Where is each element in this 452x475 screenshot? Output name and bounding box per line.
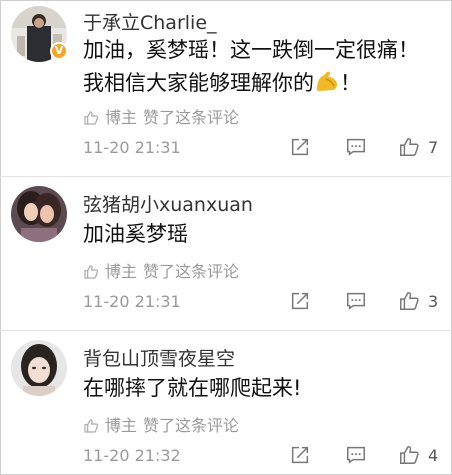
reply-icon[interactable] bbox=[345, 136, 367, 162]
author-label: 博主 bbox=[105, 416, 138, 435]
author-liked-row: 博主 赞了这条评论 bbox=[83, 258, 245, 282]
comment-text: 加油奚梦瑶 bbox=[83, 218, 188, 251]
forward-icon[interactable] bbox=[289, 444, 311, 470]
comment-line-2: 我相信大家能够理解你的 ！ bbox=[83, 67, 419, 100]
like-count: 4 bbox=[428, 446, 439, 465]
comment-meta: 11-20 21:31 3 bbox=[83, 290, 443, 318]
liked-text: 赞了这条评论 bbox=[143, 262, 240, 281]
flexed-biceps-icon bbox=[314, 67, 340, 100]
like-button-icon[interactable] bbox=[397, 290, 421, 316]
comment-text: 在哪摔了就在哪爬起来! bbox=[83, 372, 301, 405]
forward-icon[interactable] bbox=[289, 136, 311, 162]
author-label: 博主 bbox=[105, 262, 138, 281]
comment-username[interactable]: 背包山顶雪夜星空 bbox=[83, 344, 235, 371]
timestamp: 11-20 21:31 bbox=[83, 292, 181, 311]
reply-icon[interactable] bbox=[345, 290, 367, 316]
comment-line: 加油奚梦瑶 bbox=[83, 222, 188, 246]
comment-username[interactable]: 于承立Charlie_ bbox=[83, 8, 217, 35]
divider bbox=[0, 176, 452, 177]
timestamp: 11-20 21:32 bbox=[83, 446, 181, 465]
comment-line-text: 我相信大家能够理解你的 bbox=[83, 71, 314, 95]
timestamp: 11-20 21:31 bbox=[83, 138, 181, 157]
like-button-icon[interactable] bbox=[397, 136, 421, 162]
forward-icon[interactable] bbox=[289, 290, 311, 316]
comment-text: 加油，奚梦瑶！这一跌倒一定很痛！ 我相信大家能够理解你的 ！ bbox=[83, 34, 419, 100]
comment-line: 加油，奚梦瑶！这一跌倒一定很痛！ bbox=[83, 38, 419, 62]
comment-meta: 11-20 21:32 4 bbox=[83, 444, 443, 472]
comment-username[interactable]: 弦猪胡小xuanxuan bbox=[83, 190, 253, 217]
author-liked-row: 博主 赞了这条评论 bbox=[83, 412, 245, 436]
thumb-up-icon bbox=[84, 419, 99, 433]
avatar[interactable] bbox=[11, 186, 67, 242]
reply-icon[interactable] bbox=[345, 444, 367, 470]
like-count: 7 bbox=[428, 138, 439, 157]
divider bbox=[0, 330, 452, 331]
comment-line: 在哪摔了就在哪爬起来! bbox=[83, 376, 302, 400]
liked-text: 赞了这条评论 bbox=[143, 416, 240, 435]
author-label: 博主 bbox=[105, 108, 138, 127]
thumb-up-icon bbox=[84, 111, 99, 125]
liked-text: 赞了这条评论 bbox=[143, 108, 240, 127]
thumb-up-icon bbox=[84, 265, 99, 279]
comment-meta: 11-20 21:31 7 bbox=[83, 136, 443, 164]
avatar[interactable] bbox=[11, 340, 67, 396]
like-count: 3 bbox=[428, 292, 439, 311]
verified-badge-icon: V bbox=[50, 42, 68, 60]
author-liked-row: 博主 赞了这条评论 bbox=[83, 104, 245, 128]
like-button-icon[interactable] bbox=[397, 444, 421, 470]
comment-line-suffix: ！ bbox=[340, 71, 361, 95]
